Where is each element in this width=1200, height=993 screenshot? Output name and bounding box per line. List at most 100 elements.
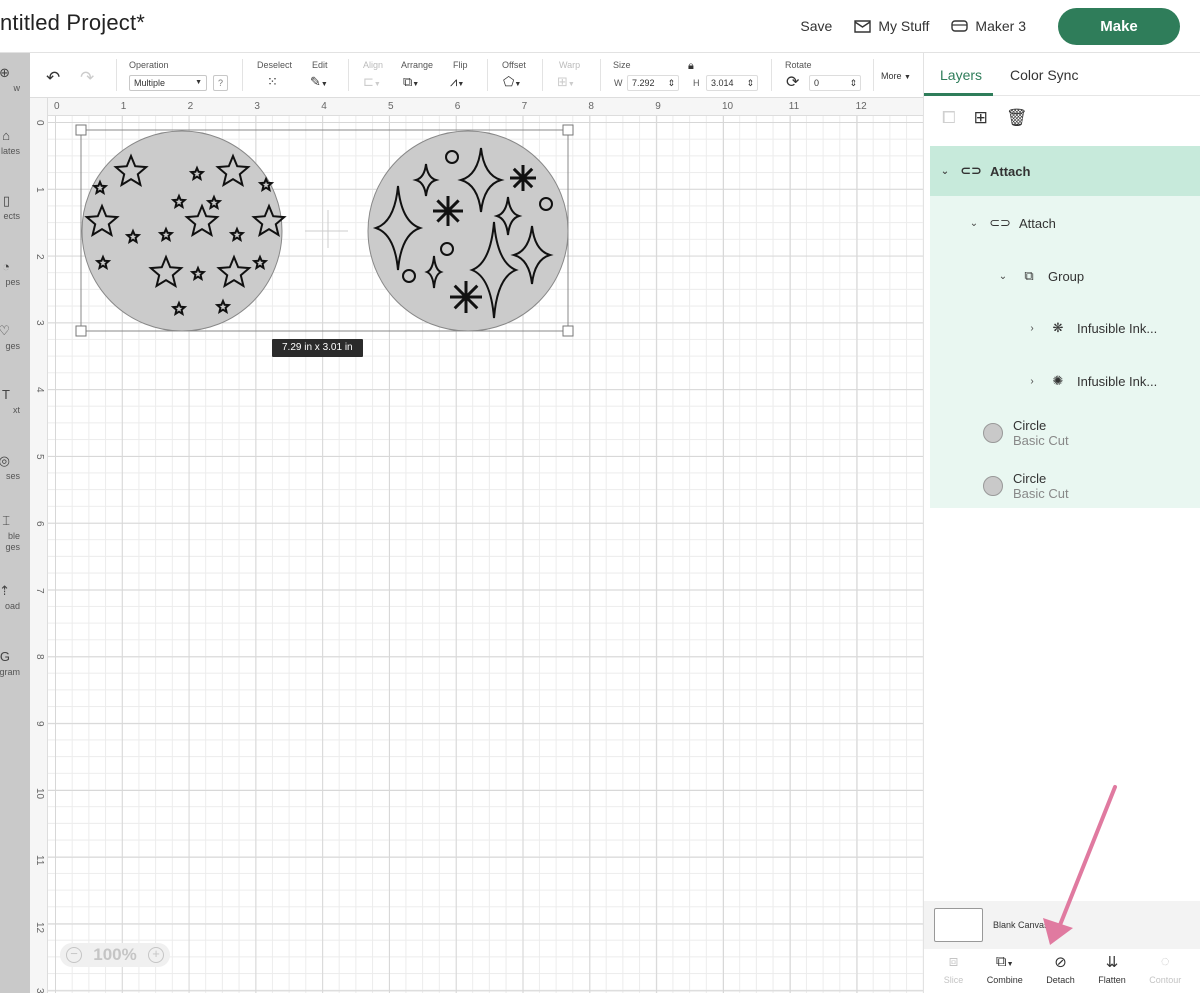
group-icon[interactable]: ⧠ <box>942 108 956 128</box>
sidebar-item-images[interactable]: ♡ ges <box>0 323 30 352</box>
rotate-icon[interactable]: ⟳ <box>786 72 799 92</box>
flip-icon[interactable]: ⩘▼ <box>450 74 464 90</box>
sidebar-item-new[interactable]: ⊕ w <box>0 65 30 94</box>
stepper-icon[interactable]: ⇕ <box>849 76 857 90</box>
duplicate-icon[interactable]: ⊞ <box>974 108 988 128</box>
chevron-down-icon[interactable]: ⌄ <box>996 271 1010 282</box>
pencil-icon[interactable]: ✎▼ <box>310 74 328 90</box>
flatten-button[interactable]: ⇊ Flatten <box>1098 949 1126 993</box>
width-input[interactable]: 7.292 ⇕ <box>627 75 679 91</box>
slice-label: Slice <box>943 975 964 985</box>
detach-icon: ⊘ <box>1054 954 1067 971</box>
layer-attach[interactable]: ⌄ ⊂⊃ Attach <box>930 199 1200 247</box>
machine-button[interactable]: Maker 3 <box>951 18 1026 34</box>
tab-color-sync[interactable]: Color Sync <box>1010 67 1078 83</box>
layer-group[interactable]: ⌄ ⧉ Group <box>930 252 1200 300</box>
machine-icon <box>951 20 969 32</box>
zoom-out-button[interactable]: − <box>66 947 82 963</box>
blank-canvas-label: Blank Canvas <box>993 920 1049 930</box>
layer-actions: ⧠ ⊞ 🗑︎ <box>942 108 1027 128</box>
sidebar-item-projects[interactable]: ▯ ects <box>0 193 30 222</box>
divider <box>771 59 772 91</box>
layer-text: Circle Basic Cut <box>1013 471 1069 501</box>
warp-label: Warp <box>559 60 581 70</box>
contour-icon: ◌ <box>1160 953 1170 970</box>
offset-icon[interactable]: ⬠▼ <box>503 74 521 90</box>
stepper-icon[interactable]: ⇕ <box>746 76 754 90</box>
tab-layers[interactable]: Layers <box>940 67 982 83</box>
slice-icon: ⧈ <box>948 953 959 970</box>
zoom-control: − 100% + <box>60 943 170 967</box>
design-canvas[interactable]: 0 1 2 3 4 5 6 7 8 9 10 11 12 0 1 2 3 4 5 6 7 8 9 10 11 12 3 7.29 … <box>30 98 923 993</box>
width-value: 7.292 <box>632 78 655 88</box>
sidebar-item-text[interactable]: Txt <box>0 387 30 416</box>
combine-label: Combine <box>986 975 1023 985</box>
lock-icon[interactable]: 🔒︎ <box>688 60 694 73</box>
delete-icon[interactable]: 🗑︎ <box>1006 108 1028 128</box>
my-stuff-label: My Stuff <box>878 18 930 34</box>
sidebar-item-phrases[interactable]: ◎ ses <box>0 453 30 482</box>
project-title[interactable]: ntitled Project* <box>0 10 145 36</box>
stepper-icon[interactable]: ⇕ <box>667 76 675 90</box>
rotate-value: 0 <box>814 78 820 88</box>
my-stuff-button[interactable]: My Stuff <box>854 18 929 34</box>
chevron-right-icon[interactable]: › <box>1025 376 1039 387</box>
slice-button[interactable]: ⧈ Slice <box>944 949 964 993</box>
chevron-down-icon[interactable]: ⌄ <box>967 218 981 229</box>
detach-label: Detach <box>1046 975 1075 985</box>
offset-label: Offset <box>502 60 526 70</box>
attach-icon: ⊂⊃ <box>989 215 1011 230</box>
sidebar-item-templates[interactable]: ⌂ lates <box>0 128 30 157</box>
layer-image[interactable]: › ✺ Infusible Ink... <box>930 357 1200 405</box>
layer-circle[interactable]: Circle Basic Cut <box>930 464 1200 508</box>
save-button[interactable]: Save <box>800 18 832 34</box>
height-prefix: H <box>693 78 700 88</box>
rotate-label: Rotate <box>785 60 812 70</box>
warp-icon[interactable]: ⊞▼ <box>557 74 575 90</box>
arrange-label: Arrange <box>401 60 434 70</box>
flip-label: Flip <box>453 60 468 70</box>
editable-images-icon: ⌶ <box>2 513 10 528</box>
circle-stars[interactable] <box>81 130 283 332</box>
rotate-input[interactable]: 0 ⇕ <box>809 75 861 91</box>
inbox-icon <box>854 20 872 33</box>
layer-name: Circle <box>1013 471 1047 486</box>
sidebar-item-upload[interactable]: ⇡ oad <box>0 583 30 612</box>
detach-button[interactable]: ⊘ Detach <box>1046 949 1075 993</box>
resize-handle <box>75 325 87 337</box>
blank-canvas-row[interactable]: Blank Canvas <box>924 901 1200 949</box>
edit-label: Edit <box>312 60 328 70</box>
chevron-down-icon[interactable]: ⌄ <box>938 166 952 177</box>
arrange-icon[interactable]: ⧉▼ <box>403 74 419 90</box>
chevron-right-icon[interactable]: › <box>1025 323 1039 334</box>
height-input[interactable]: 3.014 ⇕ <box>706 75 758 91</box>
align-label: Align <box>363 60 384 70</box>
align-icon[interactable]: ⊏▼ <box>363 74 381 90</box>
sidebar-item-editable-images[interactable]: ⌶ ble ges <box>0 513 30 553</box>
upload-icon: ⇡ <box>0 583 10 598</box>
stars-thumbnail-icon: ✺ <box>1052 373 1064 388</box>
zoom-in-button[interactable]: + <box>147 947 164 963</box>
more-button[interactable]: More ▼ <box>881 71 911 81</box>
layer-image[interactable]: › ❋ Infusible Ink... <box>930 304 1200 352</box>
combine-button[interactable]: ⧉▼ Combine <box>987 949 1023 993</box>
undo-icon[interactable]: ↶ <box>46 68 60 88</box>
sidebar-item-shapes[interactable]: ◔ pes <box>0 259 30 288</box>
make-button[interactable]: Make <box>1058 7 1180 45</box>
operation-help-button[interactable]: ? <box>213 75 228 91</box>
design-artwork <box>75 124 574 337</box>
deselect-label: Deselect <box>257 60 293 70</box>
contour-label: Contour <box>1149 975 1182 985</box>
operation-select[interactable]: Multiple ▼ <box>129 75 207 91</box>
deselect-icon[interactable]: ⁙ <box>267 74 278 90</box>
canvas-thumbnail <box>934 908 983 942</box>
contour-button[interactable]: ◌ Contour <box>1149 949 1181 993</box>
sidebar-item-monogram[interactable]: Ggram <box>0 649 30 678</box>
layer-attach-root[interactable]: ⌄ ⊂⊃ Attach <box>930 146 1200 196</box>
new-icon: ⊕ <box>0 65 10 80</box>
shapes-icon: ◔ <box>2 259 10 274</box>
layers-panel: Layers Color Sync ⧠ ⊞ 🗑︎ ⌄ ⊂⊃ Attach ⌄ ⊂… <box>923 53 1200 993</box>
redo-icon[interactable]: ↷ <box>80 68 94 88</box>
panel-tabs: Layers Color Sync <box>924 53 1200 96</box>
layer-circle[interactable]: Circle Basic Cut <box>930 411 1200 455</box>
